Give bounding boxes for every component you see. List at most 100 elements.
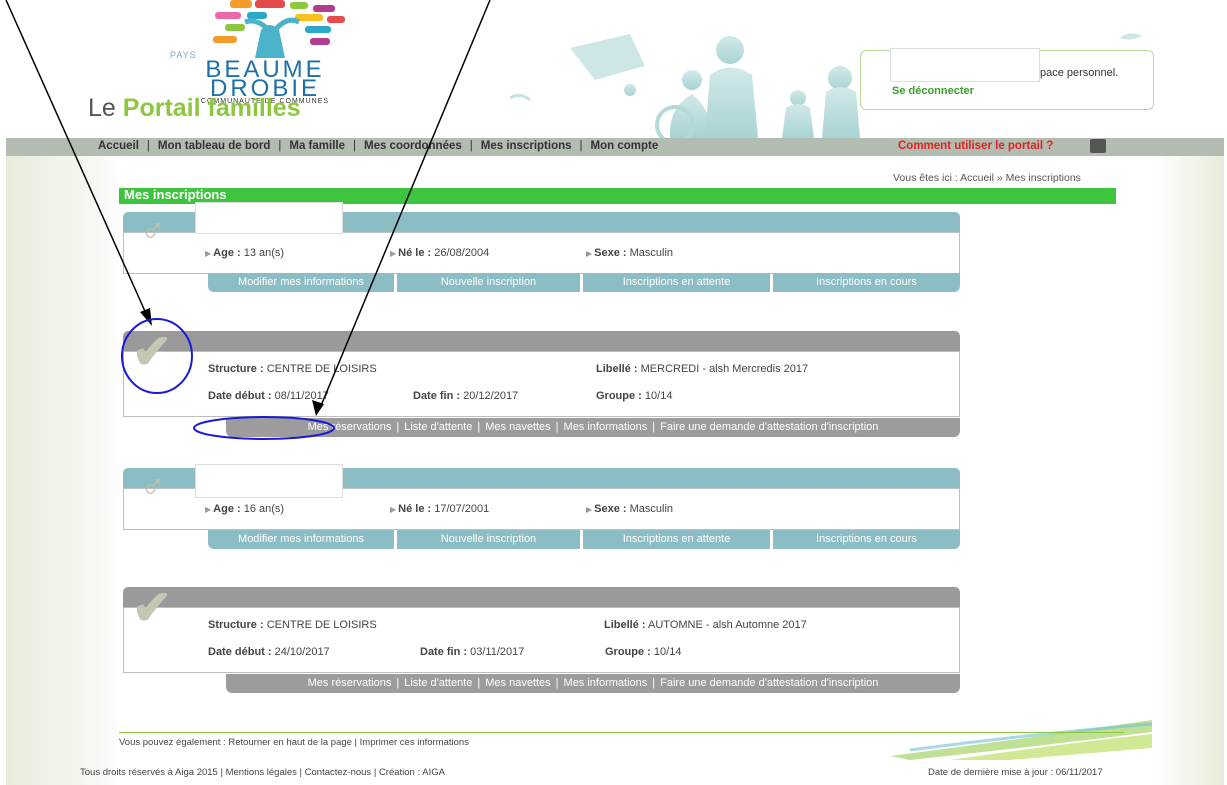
- tab-inscriptions-cours[interactable]: Inscriptions en cours: [773, 530, 960, 549]
- child-name-mask: [195, 464, 343, 498]
- inscription-libelle: Libellé : MERCREDI - alsh Mercredis 2017: [596, 363, 808, 375]
- footer-links: Vous pouvez également : Retourner en hau…: [119, 737, 469, 748]
- structure-label: Structure :: [208, 619, 264, 631]
- back-to-top-link[interactable]: Retourner en haut de la page: [228, 737, 352, 748]
- last-update: Date de dernière mise à jour : 06/11/201…: [928, 767, 1103, 778]
- child-name-mask: [195, 202, 343, 234]
- tab-inscriptions-attente[interactable]: Inscriptions en attente: [583, 273, 770, 292]
- user-name-mask: [890, 48, 1040, 82]
- libelle-value: AUTOMNE - alsh Automne 2017: [648, 619, 807, 631]
- site-header: PAYS BEAUME DROBIE COMMUNAUTE DE COMMUNE…: [0, 0, 1227, 138]
- portal-name: Portail familles: [122, 94, 301, 122]
- end-label: Date fin :: [413, 390, 461, 402]
- tab-modifier-informations[interactable]: Modifier mes informations: [208, 530, 394, 549]
- attestation-link[interactable]: Faire une demande d'attestation d'inscri…: [660, 421, 878, 433]
- start-label: Date début :: [208, 646, 272, 658]
- action-separator: |: [555, 421, 559, 433]
- child-age: ▶ Age : 16 an(s): [205, 503, 285, 515]
- born-label: Né le :: [398, 503, 432, 515]
- libelle-label: Libellé :: [596, 363, 638, 375]
- action-separator: |: [652, 677, 656, 689]
- inscription-end: Date fin : 03/11/2017: [420, 646, 524, 658]
- libelle-value: MERCREDI - alsh Mercredis 2017: [640, 363, 809, 375]
- inscription-libelle: Libellé : AUTOMNE - alsh Automne 2017: [604, 619, 807, 631]
- nav-mes-coordonnees[interactable]: Mes coordonnées: [364, 140, 462, 152]
- liste-attente-link[interactable]: Liste d'attente: [404, 677, 472, 689]
- age-label: Age :: [213, 503, 241, 515]
- nav-separator: |: [278, 140, 282, 152]
- start-value: 24/10/2017: [274, 646, 330, 658]
- mes-informations-link[interactable]: Mes informations: [564, 421, 648, 433]
- child-birthdate: ▶ Né le : 17/07/2001: [390, 503, 490, 515]
- child-birthdate: ▶ Né le : 26/08/2004: [390, 247, 490, 259]
- tab-nouvelle-inscription[interactable]: Nouvelle inscription: [397, 273, 580, 292]
- end-value: 03/11/2017: [470, 646, 525, 658]
- mes-reservations-link[interactable]: Mes réservations: [308, 677, 392, 689]
- tab-nouvelle-inscription[interactable]: Nouvelle inscription: [397, 530, 580, 549]
- action-separator: |: [652, 421, 656, 433]
- age-label: Age :: [213, 247, 241, 259]
- inscription-structure: Structure : CENTRE DE LOISIRS: [208, 619, 377, 631]
- inscription-header: [123, 331, 960, 351]
- start-value: 08/11/2017: [274, 390, 329, 402]
- nav-separator: |: [469, 140, 473, 152]
- inscription-actions: Mes réservations | Liste d'attente | Mes nav…: [226, 418, 960, 437]
- nav-mes-inscriptions[interactable]: Mes inscriptions: [481, 140, 572, 152]
- action-separator: |: [396, 677, 400, 689]
- inscription-end: Date fin : 20/12/2017: [413, 390, 518, 402]
- tab-inscriptions-cours[interactable]: Inscriptions en cours: [773, 273, 960, 292]
- liste-attente-link[interactable]: Liste d'attente: [404, 421, 472, 433]
- breadcrumb: Vous êtes ici : Accueil » Mes inscriptio…: [893, 172, 1081, 184]
- age-value: 13 an(s): [243, 247, 285, 259]
- footer-copyright: Tous droits réservés à Aiga 2015 | Menti…: [80, 767, 445, 778]
- attestation-link[interactable]: Faire une demande d'attestation d'inscri…: [660, 677, 878, 689]
- child-sex: ▶ Sexe : Masculin: [586, 503, 674, 515]
- page-title: Mes inscriptions: [124, 187, 227, 202]
- help-link[interactable]: Comment utiliser le portail ?: [898, 140, 1053, 152]
- nav-mon-compte[interactable]: Mon compte: [591, 140, 659, 152]
- group-value: 10/14: [653, 646, 682, 658]
- portal-prefix: Le: [88, 94, 123, 122]
- tab-modifier-informations[interactable]: Modifier mes informations: [208, 273, 394, 292]
- mes-informations-link[interactable]: Mes informations: [564, 677, 648, 689]
- inscription-structure: Structure : CENTRE DE LOISIRS: [208, 363, 377, 375]
- start-label: Date début :: [208, 390, 272, 402]
- age-value: 16 an(s): [243, 503, 285, 515]
- nav-tableau-de-bord[interactable]: Mon tableau de bord: [158, 140, 270, 152]
- inscription-actions: Mes réservations | Liste d'attente | Mes nav…: [226, 674, 960, 693]
- mes-navettes-link[interactable]: Mes navettes: [485, 677, 550, 689]
- born-label: Né le :: [398, 247, 432, 259]
- mes-reservations-link[interactable]: Mes réservations: [308, 421, 392, 433]
- inscription-box: [123, 607, 960, 673]
- creation-link[interactable]: Création : AIGA: [379, 767, 445, 778]
- logout-link[interactable]: Se déconnecter: [892, 85, 974, 97]
- checkmark-icon: ✔: [132, 326, 173, 379]
- action-separator: |: [477, 421, 481, 433]
- sex-label: Sexe :: [594, 247, 627, 259]
- end-value: 20/12/2017: [463, 390, 519, 402]
- nav-separator: |: [579, 140, 583, 152]
- born-value: 17/07/2001: [434, 503, 490, 515]
- footer-swoosh-decoration: [890, 720, 1152, 760]
- inscription-group: Groupe : 10/14: [596, 390, 672, 402]
- video-clapper-icon[interactable]: [1090, 139, 1106, 153]
- sex-label: Sexe :: [594, 503, 627, 515]
- mes-navettes-link[interactable]: Mes navettes: [485, 421, 550, 433]
- legal-link[interactable]: Mentions légales: [226, 767, 297, 778]
- contact-link[interactable]: Contactez-nous: [305, 767, 372, 778]
- nav-separator: |: [146, 140, 150, 152]
- action-separator: |: [396, 421, 400, 433]
- inscription-start: Date début : 24/10/2017: [208, 646, 330, 658]
- nav-separator: |: [352, 140, 356, 152]
- personal-space-text: pace personnel.: [1040, 67, 1119, 79]
- print-link[interactable]: Imprimer ces informations: [360, 737, 469, 748]
- sex-value: Masculin: [629, 503, 674, 515]
- action-separator: |: [555, 677, 559, 689]
- tab-inscriptions-attente[interactable]: Inscriptions en attente: [583, 530, 770, 549]
- group-value: 10/14: [644, 390, 673, 402]
- nav-accueil[interactable]: Accueil: [98, 140, 139, 152]
- nav-ma-famille[interactable]: Ma famille: [289, 140, 345, 152]
- inscription-header: [123, 587, 960, 607]
- group-label: Groupe :: [605, 646, 651, 658]
- end-label: Date fin :: [420, 646, 468, 658]
